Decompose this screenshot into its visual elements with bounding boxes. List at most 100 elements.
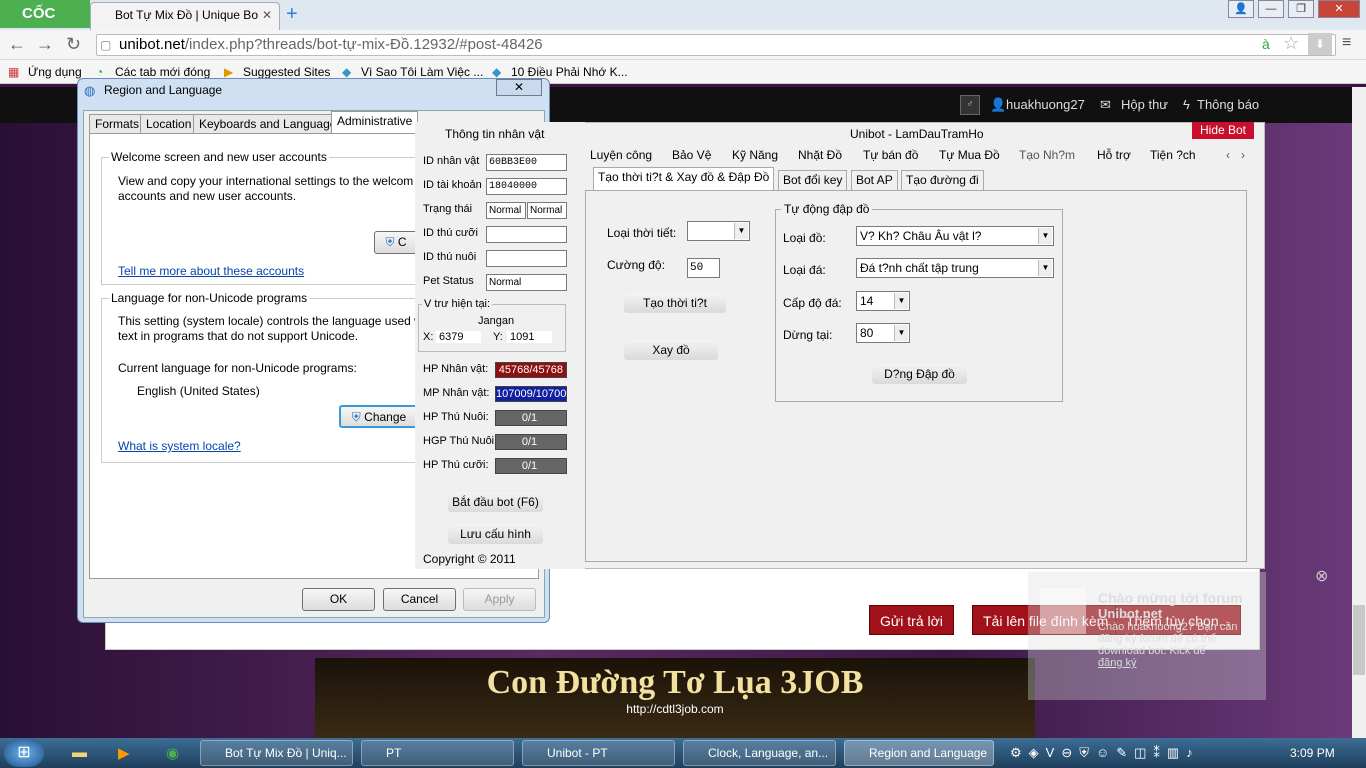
subtab-ap-bot[interactable]: Bot AP: [851, 170, 898, 190]
close-icon[interactable]: ⊗: [1315, 566, 1328, 586]
browser-tab[interactable]: Bot Tự Mix Đồ | Unique Bo: [90, 2, 280, 30]
ok-button[interactable]: OK: [302, 588, 375, 611]
scrollbar-thumb[interactable]: [1353, 605, 1365, 675]
game-banner[interactable]: Con Đường Tơ Lụa 3JOB http://cdtl3job.co…: [315, 658, 1035, 738]
tab-keyboards[interactable]: Keyboards and Languages: [193, 114, 349, 134]
start-button[interactable]: ⊞: [4, 739, 44, 767]
menu-auto-sell[interactable]: Tự bán đồ: [863, 148, 918, 162]
menu-support[interactable]: Hỗ trợ: [1097, 148, 1131, 162]
menu-icon[interactable]: ≡: [1342, 34, 1351, 52]
hp-pet-bar: 0/1: [495, 410, 567, 426]
register-link[interactable]: đăng ký: [1098, 657, 1258, 669]
menu-auto-buy[interactable]: Tự Mua Đồ: [939, 148, 1000, 162]
stone-type-select[interactable]: Đá t?nh chất tập trung ▼: [856, 258, 1054, 278]
menu-party[interactable]: Tạo Nh?m: [1019, 148, 1075, 162]
system-locale-link[interactable]: What is system locale?: [118, 439, 241, 453]
start-bot-button[interactable]: Bắt đầu bot (F6): [448, 492, 543, 512]
close-icon[interactable]: ✕: [496, 79, 542, 96]
apps-icon[interactable]: ▦: [8, 65, 19, 79]
save-config-button[interactable]: Lưu cấu hình: [448, 524, 543, 544]
welcome-text: View and copy your international setting…: [118, 174, 414, 188]
location-name: Jangan: [478, 315, 515, 327]
bookmark-recent-tabs[interactable]: Các tab mới đóng: [115, 65, 210, 79]
avatar[interactable]: ♂: [960, 95, 980, 115]
bookmark-apps[interactable]: Ứng dụng: [28, 65, 82, 79]
chevron-left-icon[interactable]: ‹: [1226, 148, 1230, 162]
mail-icon: ✉: [1100, 97, 1111, 112]
taskbar-item-pt[interactable]: PT: [361, 740, 514, 766]
weather-type-select[interactable]: ▼: [687, 221, 750, 241]
subtab-key-bot[interactable]: Bot đổi key: [778, 170, 848, 190]
coccoc-a-icon[interactable]: à: [1262, 36, 1270, 52]
status-field-2[interactable]: Normal: [527, 202, 567, 219]
subtab-weather-grind[interactable]: Tạo thời ti?t & Xay đồ & Đập Đồ: [593, 167, 775, 190]
coccoc-logo[interactable]: CỐC CỐC: [0, 0, 90, 50]
username-link[interactable]: huakhuong27: [1006, 97, 1085, 112]
stop-at-label: Dừng tại:: [783, 328, 833, 342]
tab-administrative[interactable]: Administrative: [331, 111, 419, 134]
stop-enhance-button[interactable]: D?ng Đập đồ: [872, 364, 967, 384]
account-id-field[interactable]: 18040000: [486, 178, 567, 195]
page-icon: ▢: [100, 38, 112, 52]
pet-id-field[interactable]: [486, 250, 567, 267]
dropdown-arrow-icon: ▼: [1038, 260, 1052, 276]
media-player-icon[interactable]: ▶: [118, 744, 130, 762]
tab-formats[interactable]: Formats: [89, 114, 146, 134]
taskbar-item-clock-language[interactable]: Clock, Language, an...: [683, 740, 836, 766]
subtab-create-path[interactable]: Tạo đường đi: [901, 170, 984, 190]
tab-location[interactable]: Location: [140, 114, 198, 134]
menu-utilities[interactable]: Tiện ?ch: [1150, 148, 1196, 162]
hp-mount-bar: 0/1: [495, 458, 567, 474]
taskbar-item-unibot[interactable]: Unibot - PT: [522, 740, 675, 766]
create-weather-button[interactable]: Tạo thời ti?t: [624, 293, 726, 313]
char-id-field[interactable]: 60BB3E00: [486, 154, 567, 171]
explorer-icon[interactable]: ▬: [72, 744, 87, 761]
grind-button[interactable]: Xay đồ: [624, 340, 718, 360]
coccoc-icon[interactable]: ◉: [166, 744, 179, 762]
bookmark-suggested[interactable]: Suggested Sites: [243, 65, 330, 79]
item-type-select[interactable]: V? Kh? Châu Âu vật l? ▼: [856, 226, 1054, 246]
taskbar-item-browser[interactable]: Bot Tự Mix Đồ | Uniq...: [200, 740, 353, 766]
star-icon[interactable]: ☆: [1283, 33, 1299, 54]
clock[interactable]: 3:09 PM: [1290, 746, 1335, 760]
copy-settings-button[interactable]: ⛨ C: [374, 231, 418, 254]
forward-icon[interactable]: →: [36, 34, 54, 55]
banner-title: Con Đường Tơ Lụa 3JOB: [486, 664, 864, 701]
menu-skills[interactable]: Kỹ Năng: [732, 148, 778, 162]
new-tab-icon[interactable]: +: [286, 3, 298, 26]
apply-button[interactable]: Apply: [463, 588, 536, 611]
menu-protect[interactable]: Bảo Vệ: [672, 148, 711, 162]
stop-at-value: 80: [860, 326, 874, 340]
reply-button[interactable]: Gửi trả lời: [869, 605, 954, 635]
bookmark-why[interactable]: Vì Sao Tôi Làm Việc ...: [361, 65, 483, 79]
maximize-icon[interactable]: ❐: [1288, 0, 1314, 18]
tell-more-link[interactable]: Tell me more about these accounts: [118, 264, 304, 278]
change-locale-button[interactable]: ⛨ Change: [339, 405, 419, 428]
menu-pickup[interactable]: Nhặt Đồ: [798, 148, 842, 162]
bookmark-10-rules[interactable]: 10 Điều Phải Nhớ K...: [511, 65, 628, 79]
download-icon[interactable]: ⬇: [1308, 33, 1332, 55]
mount-id-field[interactable]: [486, 226, 567, 243]
strength-input[interactable]: 50: [687, 258, 720, 278]
tray-icons[interactable]: ⚙◈V⊖⛨☺✎◫⁑▥♪: [1010, 745, 1200, 761]
stone-level-select[interactable]: 14 ▼: [856, 291, 910, 311]
alerts-link[interactable]: Thông báo: [1197, 97, 1259, 112]
menu-training[interactable]: Luyện công: [590, 148, 652, 162]
stop-at-select[interactable]: 80 ▼: [856, 323, 910, 343]
minimize-icon[interactable]: —: [1258, 0, 1284, 18]
status-field[interactable]: Normal: [486, 202, 526, 219]
change-locale-label: Change: [364, 410, 407, 424]
taskbar-item-region-language[interactable]: Region and Language: [844, 740, 994, 766]
close-window-icon[interactable]: ✕: [1318, 0, 1360, 18]
pet-status-field[interactable]: Normal: [486, 274, 567, 291]
reload-icon[interactable]: ↻: [66, 34, 81, 55]
close-tab-icon[interactable]: ✕: [262, 8, 272, 22]
back-icon[interactable]: ←: [8, 34, 26, 55]
inbox-link[interactable]: Hộp thư: [1121, 97, 1168, 112]
user-icon[interactable]: 👤: [1228, 0, 1254, 18]
chevron-right-icon[interactable]: ›: [1241, 148, 1245, 162]
address-bar[interactable]: unibot.net/index.php?threads/bot-tự-mix-…: [96, 34, 1336, 56]
copyright: Copyright © 2011: [423, 552, 516, 566]
cancel-button[interactable]: Cancel: [383, 588, 456, 611]
hide-bot-button[interactable]: Hide Bot: [1192, 122, 1254, 139]
